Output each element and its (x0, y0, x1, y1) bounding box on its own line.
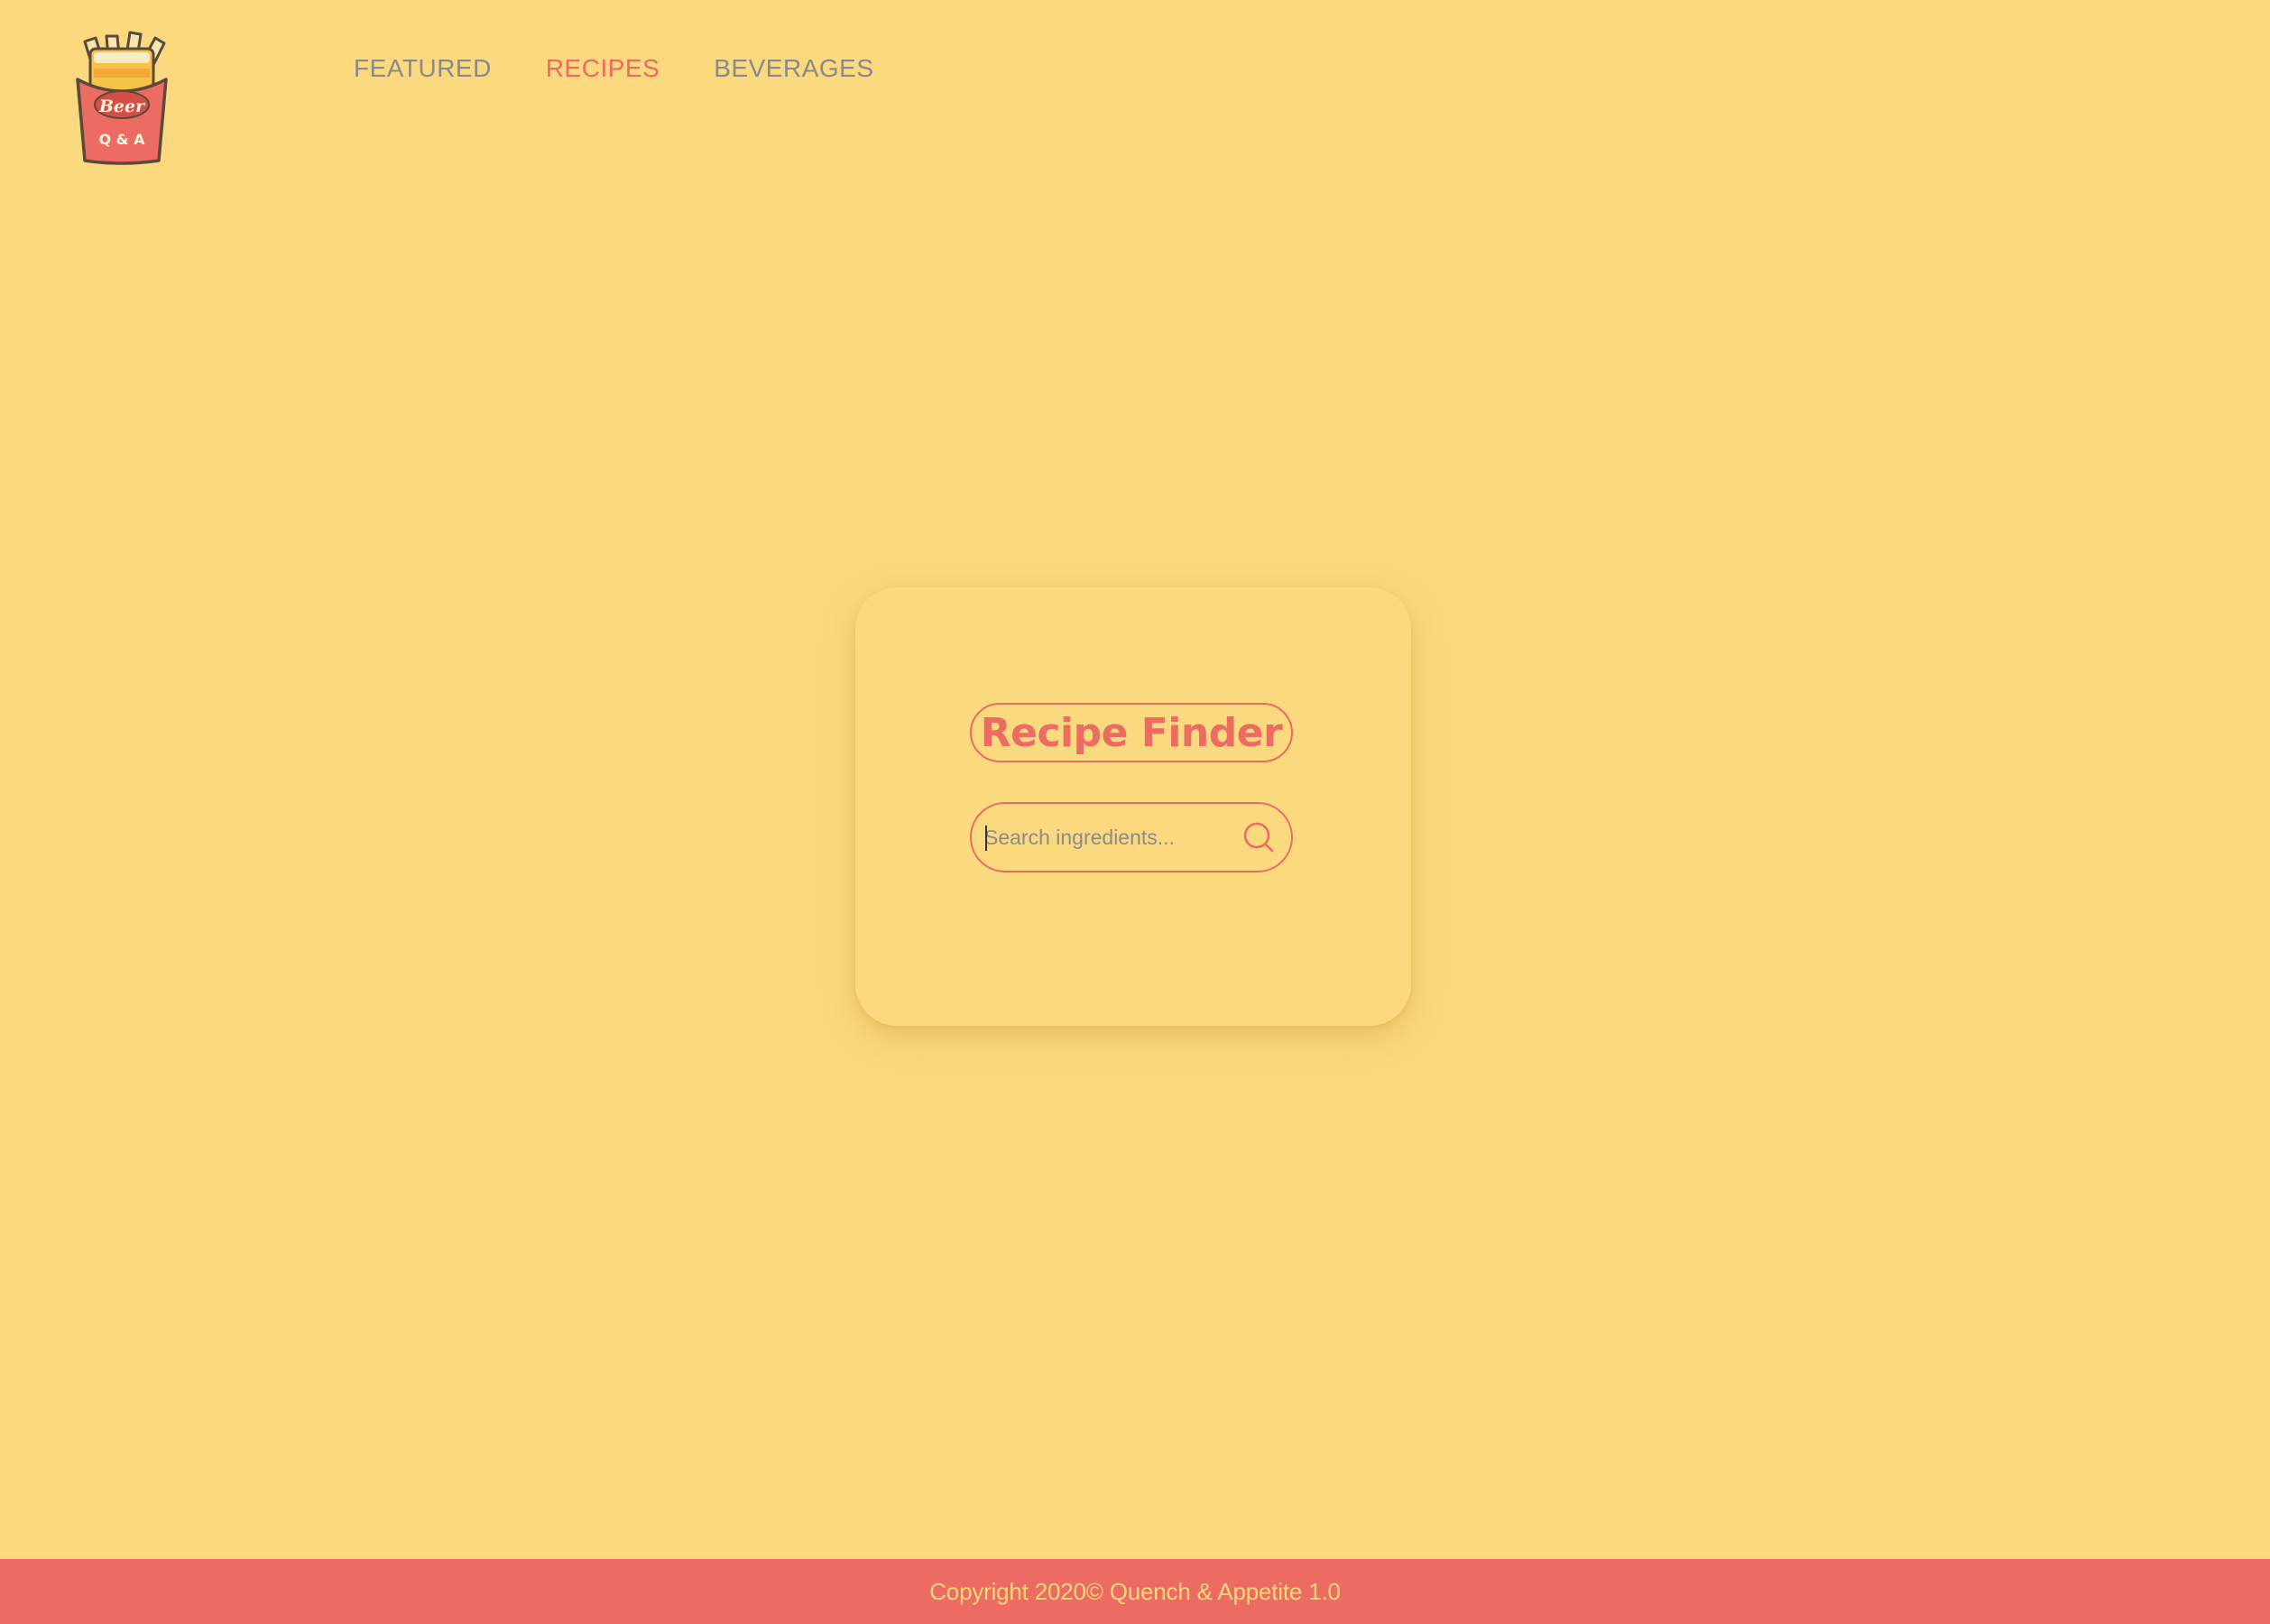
nav-item-beverages[interactable]: BEVERAGES (714, 54, 873, 83)
page-title: Recipe Finder (980, 709, 1283, 756)
nav-item-featured[interactable]: FEATURED (354, 54, 492, 83)
text-caret (985, 826, 987, 851)
site-footer: Copyright 2020© Quench & Appetite 1.0 (0, 1559, 2270, 1624)
site-header: Beer Q & A FEATURED RECIPES BEVERAGES (0, 0, 2270, 180)
copyright-text: Copyright 2020© Quench & Appetite 1.0 (929, 1577, 1341, 1605)
search-input[interactable] (983, 824, 1241, 851)
svg-text:Q & A: Q & A (98, 131, 145, 148)
nav-item-recipes[interactable]: RECIPES (546, 54, 660, 83)
brand-logo[interactable]: Beer Q & A (72, 29, 171, 169)
main-nav: FEATURED RECIPES BEVERAGES (354, 54, 928, 83)
search-bar (970, 802, 1293, 872)
search-icon[interactable] (1241, 819, 1277, 855)
card-title-badge: Recipe Finder (970, 703, 1293, 762)
svg-text:Beer: Beer (98, 97, 146, 116)
beer-fries-logo-icon: Beer Q & A (76, 31, 168, 165)
recipe-finder-card: Recipe Finder (855, 587, 1411, 1026)
